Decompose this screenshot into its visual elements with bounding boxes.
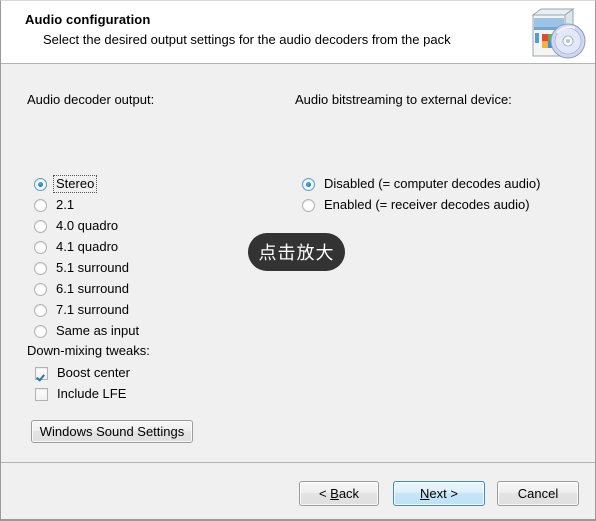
checkbox-label: Boost center [57,365,130,380]
back-button-label: < Back [318,486,360,501]
radio-option-5-1-surround[interactable]: 5.1 surround [34,259,131,277]
audio-configuration-wizard-window: Audio configuration Select the desired o… [0,0,596,521]
radio-indicator [34,282,47,296]
cancel-button[interactable]: Cancel [497,481,579,506]
checkbox-indicator [35,387,48,401]
radio-label: 4.0 quadro [56,218,119,233]
radio-indicator [302,198,315,212]
wizard-footer: < Back Next > Cancel [1,462,595,519]
radio-indicator [34,240,47,254]
radio-indicator [302,177,315,191]
page-title: Audio configuration [25,12,151,27]
radio-label: 6.1 surround [56,281,129,296]
radio-option-stereo[interactable]: Stereo [34,175,98,193]
back-mnemonic: B [330,486,339,501]
checkbox-include-lfe[interactable]: Include LFE [35,385,128,403]
wizard-header: Audio configuration Select the desired o… [1,1,595,64]
zoom-hint-overlay[interactable]: 点击放大 [248,233,345,271]
radio-label: 4.1 quadro [56,239,119,254]
software-box-disc-icon [531,8,586,59]
radio-option-7-1-surround[interactable]: 7.1 surround [34,301,131,319]
radio-label: Same as input [56,323,140,338]
radio-label: 2.1 [56,197,75,212]
next-button-label: Next > [420,486,458,501]
radio-indicator [34,261,47,275]
next-mnemonic: N [420,486,430,501]
radio-label: Enabled (= receiver decodes audio) [324,197,530,212]
radio-option-bitstream-disabled[interactable]: Disabled (= computer decodes audio) [302,175,542,193]
radio-option-4-1-quadro[interactable]: 4.1 quadro [34,238,120,256]
radio-option-4-0-quadro[interactable]: 4.0 quadro [34,217,120,235]
checkbox-label: Include LFE [57,386,127,401]
next-button[interactable]: Next > [393,481,485,506]
windows-sound-settings-button[interactable]: Windows Sound Settings [31,420,193,443]
radio-indicator [34,177,47,191]
radio-label: 7.1 surround [56,302,129,317]
checkbox-boost-center[interactable]: Boost center [35,364,132,382]
radio-indicator [34,303,47,317]
radio-option-same-as-input[interactable]: Same as input [34,322,141,340]
radio-label: Disabled (= computer decodes audio) [324,176,541,191]
page-subtitle: Select the desired output settings for t… [43,32,451,47]
radio-label: 5.1 surround [56,260,129,275]
back-button[interactable]: < Back [299,481,379,506]
checkbox-indicator [35,366,48,380]
audio-bitstreaming-label: Audio bitstreaming to external device: [295,92,512,107]
radio-option-6-1-surround[interactable]: 6.1 surround [34,280,131,298]
radio-indicator [34,324,47,338]
radio-indicator [34,198,47,212]
audio-decoder-output-label: Audio decoder output: [27,92,155,107]
radio-label: Stereo [52,175,98,193]
radio-option-2-1[interactable]: 2.1 [34,196,76,214]
radio-indicator [34,219,47,233]
down-mixing-tweaks-label: Down-mixing tweaks: [27,343,150,358]
radio-option-bitstream-enabled[interactable]: Enabled (= receiver decodes audio) [302,196,532,214]
